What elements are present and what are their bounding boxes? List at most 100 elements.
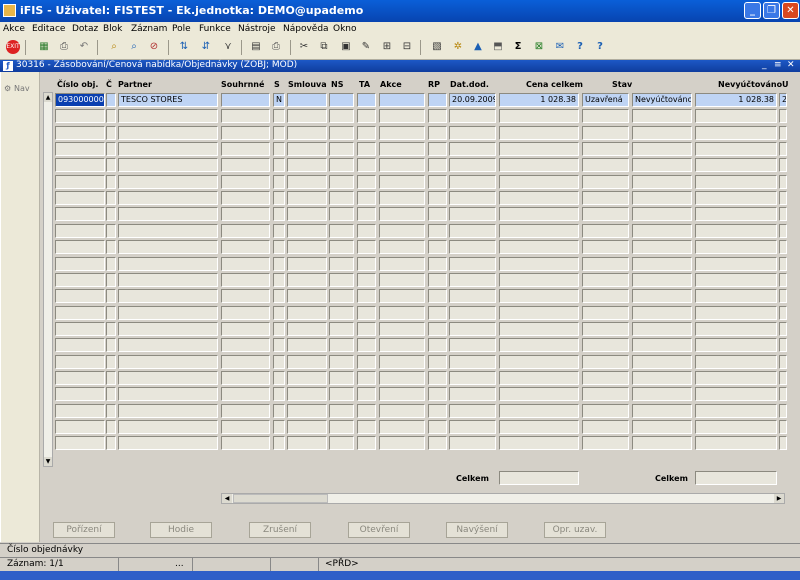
cell-stav[interactable] — [582, 289, 629, 303]
cell-souhrnne[interactable] — [221, 404, 270, 418]
cell-cislo-obj[interactable] — [55, 142, 105, 156]
cell-ns[interactable] — [329, 191, 354, 205]
cell-c[interactable] — [106, 224, 116, 238]
cell-cislo-obj[interactable] — [55, 355, 105, 369]
cell-u[interactable] — [779, 142, 787, 156]
cell-smlouva[interactable] — [287, 207, 327, 221]
cell-stav[interactable] — [582, 273, 629, 287]
sort-descending-icon[interactable]: ⇵ — [199, 40, 213, 54]
cut-icon[interactable]: ✂ — [297, 40, 311, 54]
cell-akce[interactable] — [379, 436, 425, 450]
form-close-button[interactable]: ✕ — [787, 60, 795, 70]
enter-query-icon[interactable]: ⌕ — [107, 40, 121, 54]
cell-rp[interactable] — [428, 109, 447, 123]
cell-c[interactable] — [106, 93, 116, 107]
porizeni-button[interactable]: Pořízení — [53, 522, 115, 538]
help-icon[interactable]: ? — [573, 40, 587, 54]
cell-partner[interactable] — [118, 355, 218, 369]
cell-smlouva[interactable] — [287, 273, 327, 287]
cell-stav[interactable] — [582, 240, 629, 254]
cell-stav[interactable] — [582, 158, 629, 172]
cell-c[interactable] — [106, 420, 116, 434]
cell-s[interactable] — [273, 371, 285, 385]
cell-ns[interactable] — [329, 257, 354, 271]
cell-smlouva[interactable] — [287, 338, 327, 352]
menu-dotaz[interactable]: Dotaz — [72, 24, 98, 34]
vertical-scrollbar[interactable]: ▲ ▼ — [43, 92, 53, 467]
cell-souhrnne[interactable] — [221, 257, 270, 271]
cell-dat-dod[interactable] — [449, 273, 496, 287]
cell-ns[interactable] — [329, 404, 354, 418]
context-help-icon[interactable]: ? — [593, 40, 607, 54]
cell-ta[interactable] — [357, 93, 376, 107]
cell-u[interactable] — [779, 257, 787, 271]
cell-cena-celkem[interactable] — [499, 207, 579, 221]
cell-rp[interactable] — [428, 126, 447, 140]
cell-partner[interactable] — [118, 273, 218, 287]
copy-icon[interactable]: ⧉ — [317, 40, 331, 54]
sum-icon[interactable]: Σ — [511, 40, 525, 54]
cell-souhrnne[interactable] — [221, 420, 270, 434]
cell-ta[interactable] — [357, 207, 376, 221]
cell-nevyuctovano-stav[interactable] — [632, 338, 692, 352]
cell-souhrnne[interactable] — [221, 207, 270, 221]
cell-c[interactable] — [106, 207, 116, 221]
cell-nevyuctovano[interactable] — [695, 371, 777, 385]
cell-s[interactable] — [273, 142, 285, 156]
cell-smlouva[interactable] — [287, 240, 327, 254]
cell-ns[interactable] — [329, 387, 354, 401]
cell-cislo-obj[interactable] — [55, 322, 105, 336]
email-icon[interactable]: ✉ — [553, 40, 567, 54]
cell-nevyuctovano-stav[interactable] — [632, 306, 692, 320]
form-restore-button[interactable]: ≡ — [774, 60, 782, 70]
chart-icon[interactable]: ▲ — [471, 40, 485, 54]
cell-smlouva[interactable] — [287, 142, 327, 156]
cell-akce[interactable] — [379, 306, 425, 320]
cell-souhrnne[interactable] — [221, 142, 270, 156]
cell-nevyuctovano[interactable] — [695, 387, 777, 401]
cell-ta[interactable] — [357, 420, 376, 434]
cell-u[interactable] — [779, 338, 787, 352]
exit-icon[interactable]: EXIT — [6, 40, 20, 54]
cell-stav[interactable] — [582, 257, 629, 271]
cell-ta[interactable] — [357, 175, 376, 189]
cell-c[interactable] — [106, 338, 116, 352]
cell-ta[interactable] — [357, 126, 376, 140]
cell-ta[interactable] — [357, 273, 376, 287]
cell-souhrnne[interactable] — [221, 109, 270, 123]
menu-blok[interactable]: Blok — [103, 24, 122, 34]
cell-cislo-obj[interactable] — [55, 207, 105, 221]
export-icon[interactable]: ⬒ — [491, 40, 505, 54]
cell-u[interactable] — [779, 404, 787, 418]
cell-nevyuctovano[interactable] — [695, 338, 777, 352]
sort-ascending-icon[interactable]: ⇅ — [177, 40, 191, 54]
cell-dat-dod[interactable] — [449, 404, 496, 418]
cell-nevyuctovano[interactable] — [695, 191, 777, 205]
cell-smlouva[interactable] — [287, 109, 327, 123]
cell-cena-celkem[interactable] — [499, 355, 579, 369]
opr-uzav-button[interactable]: Opr. uzav. — [544, 522, 606, 538]
cell-partner[interactable] — [118, 240, 218, 254]
cell-cislo-obj[interactable] — [55, 420, 105, 434]
cell-c[interactable] — [106, 273, 116, 287]
cell-s[interactable] — [273, 273, 285, 287]
print-icon[interactable]: ⎙ — [57, 40, 71, 54]
cell-partner[interactable] — [118, 420, 218, 434]
cell-cena-celkem[interactable] — [499, 158, 579, 172]
cell-rp[interactable] — [428, 404, 447, 418]
cell-souhrnne[interactable] — [221, 289, 270, 303]
cell-nevyuctovano[interactable] — [695, 289, 777, 303]
cell-cislo-obj[interactable] — [55, 191, 105, 205]
cell-nevyuctovano[interactable] — [695, 126, 777, 140]
cell-ta[interactable] — [357, 306, 376, 320]
cell-rp[interactable] — [428, 158, 447, 172]
cell-stav[interactable] — [582, 371, 629, 385]
cell-cislo-obj[interactable] — [55, 224, 105, 238]
cell-u[interactable] — [779, 420, 787, 434]
cell-partner[interactable] — [118, 404, 218, 418]
cell-s[interactable] — [273, 158, 285, 172]
cell-rp[interactable] — [428, 257, 447, 271]
settings-icon[interactable]: ✲ — [451, 40, 465, 54]
navyseni-button[interactable]: Navýšení — [446, 522, 508, 538]
cell-akce[interactable] — [379, 126, 425, 140]
